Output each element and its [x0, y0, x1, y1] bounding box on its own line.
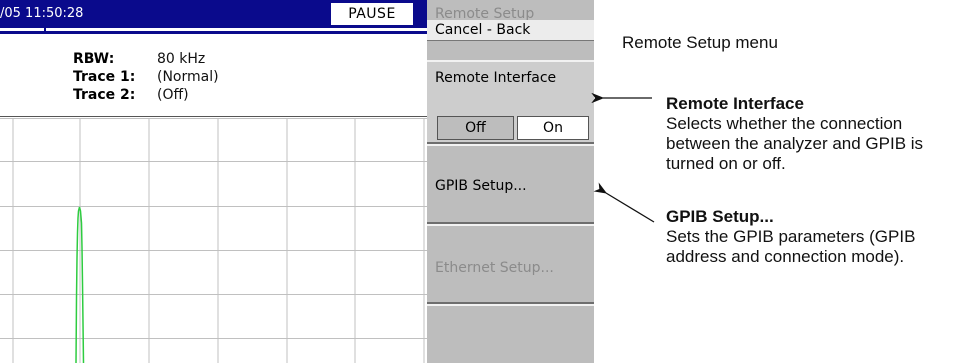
gpib-setup-arrow [593, 182, 655, 223]
param-label: Trace 2: [73, 87, 136, 103]
gpib-setup-callout: GPIB Setup... Sets the GPIB parameters (… [666, 207, 966, 267]
param-label: RBW: [73, 51, 115, 67]
pause-badge: PAUSE [331, 3, 413, 25]
remote-interface-off-toggle[interactable]: Off [437, 116, 514, 140]
datetime-readout: /05 11:50:28 [0, 6, 84, 21]
panel-divider [0, 116, 427, 117]
param-trace2: Trace 2: (Off) [73, 86, 189, 104]
remote-interface-callout: Remote Interface Selects whether the con… [666, 94, 966, 174]
cancel-back-button[interactable]: Cancel - Back [427, 20, 594, 41]
callout-description: Sets the GPIB parameters (GPIB address a… [666, 227, 916, 266]
remote-interface-on-toggle[interactable]: On [517, 116, 589, 140]
spectrum-plot [0, 118, 427, 363]
remote-interface-label: Remote Interface [435, 70, 557, 86]
gpib-setup-label: GPIB Setup... [435, 178, 527, 194]
param-trace1: Trace 1: (Normal) [73, 68, 219, 86]
gpib-setup-button[interactable]: GPIB Setup... [427, 144, 594, 224]
status-bar: /05 11:50:28 PAUSE [0, 0, 427, 34]
callout-title: Remote Interface [666, 94, 804, 113]
param-label: Trace 1: [73, 69, 136, 85]
empty-softkey [427, 304, 594, 363]
callout-title: GPIB Setup... [666, 207, 774, 226]
param-value: (Off) [157, 87, 189, 103]
remote-setup-menu: Remote Setup Cancel - Back Remote Interf… [427, 0, 594, 363]
ethernet-setup-label: Ethernet Setup... [435, 260, 554, 276]
callout-description: Selects whether the connection between t… [666, 114, 924, 173]
parameter-panel: RBW: 80 kHz Trace 1: (Normal) Trace 2: (… [0, 34, 427, 118]
param-rbw: RBW: 80 kHz [73, 50, 205, 68]
plot-grid [0, 118, 427, 363]
analyzer-screen: /05 11:50:28 PAUSE RBW: 80 kHz Trace 1: … [0, 0, 427, 363]
status-bar-divider [0, 28, 427, 31]
param-value: 80 kHz [157, 51, 206, 67]
ethernet-setup-button[interactable]: Ethernet Setup... [427, 224, 594, 304]
menu-callout: Remote Setup menu [622, 33, 778, 52]
param-value: (Normal) [157, 69, 219, 85]
